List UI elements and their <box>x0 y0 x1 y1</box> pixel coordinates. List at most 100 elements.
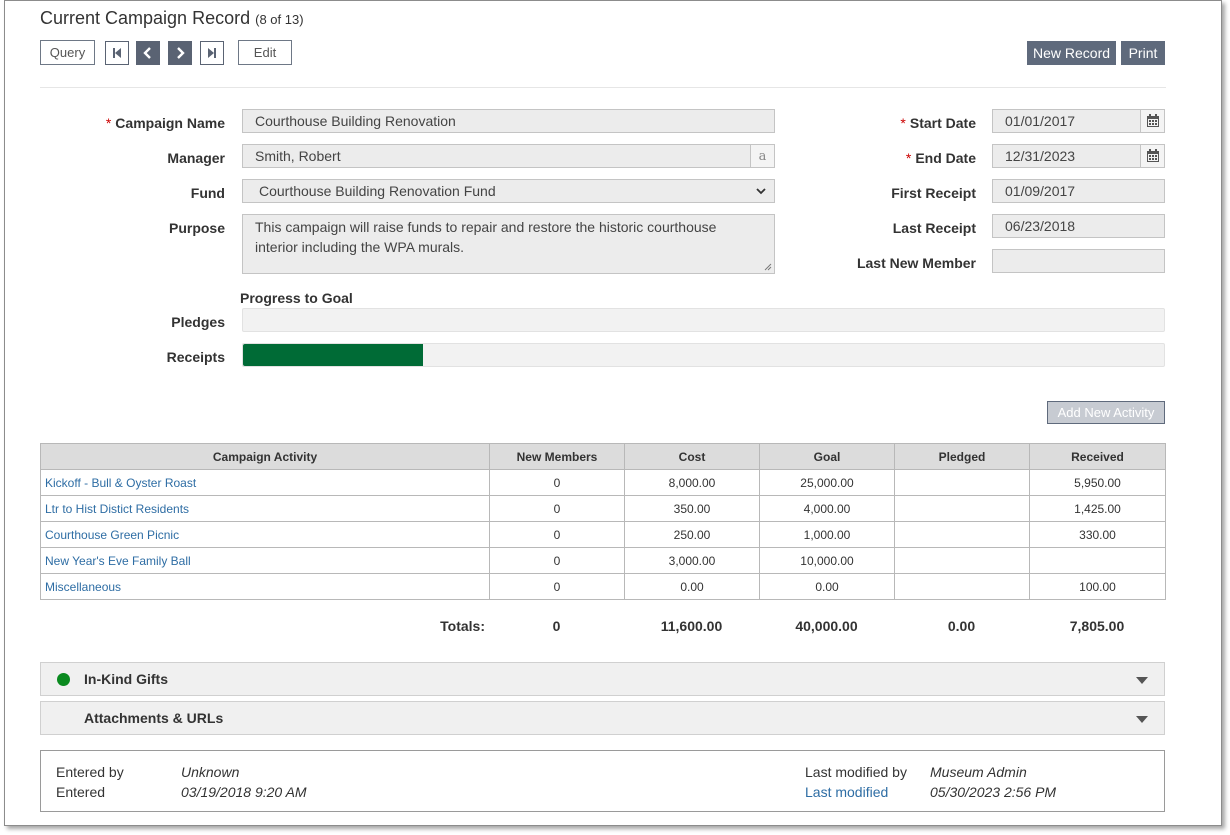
table-cell: 0.00 <box>759 573 895 600</box>
column-header[interactable]: Campaign Activity <box>40 443 490 470</box>
last-new-member-field <box>992 249 1165 273</box>
table-cell: 1,425.00 <box>1029 495 1166 522</box>
end-date-field[interactable]: 12/31/2023 <box>992 144 1165 168</box>
manager-field[interactable]: Smith, Robert a <box>242 144 775 168</box>
table-cell: 0 <box>489 573 625 600</box>
page-title-text: Current Campaign Record <box>40 8 251 28</box>
previous-record-button[interactable] <box>136 41 160 65</box>
table-cell: 1,000.00 <box>759 521 895 548</box>
table-cell: 0 <box>489 495 625 522</box>
caret-down-icon <box>1136 677 1148 684</box>
start-date-label-text: Start Date <box>909 115 976 131</box>
progress-heading: Progress to Goal <box>240 290 353 306</box>
table-cell: 100.00 <box>1029 573 1166 600</box>
table-cell: 4,000.00 <box>759 495 895 522</box>
new-record-button[interactable]: New Record <box>1027 41 1116 65</box>
purpose-textarea[interactable]: This campaign will raise funds to repair… <box>242 214 775 274</box>
table-row: Courthouse Green Picnic 0 250.00 1,000.0… <box>40 521 1166 548</box>
end-date-label: * End Date <box>906 150 976 166</box>
total-new-members: 0 <box>552 618 561 634</box>
entered-value: 03/19/2018 9:20 AM <box>181 784 307 800</box>
first-record-button[interactable] <box>105 41 129 65</box>
table-cell <box>894 495 1030 522</box>
next-record-button[interactable] <box>168 41 192 65</box>
table-cell <box>894 469 1030 496</box>
resize-handle-icon[interactable] <box>764 263 772 271</box>
add-new-activity-button[interactable]: Add New Activity <box>1047 401 1165 424</box>
end-date-label-text: End Date <box>915 150 976 166</box>
table-cell: 5,950.00 <box>1029 469 1166 496</box>
start-date-value: 01/01/2017 <box>1005 113 1076 129</box>
table-cell: 25,000.00 <box>759 469 895 496</box>
table-row: Miscellaneous 0 0.00 0.00 100.00 <box>40 573 1166 600</box>
campaign-record-window: Current Campaign Record (8 of 13) Query … <box>4 0 1222 826</box>
in-kind-gifts-section[interactable]: In-Kind Gifts <box>40 662 1165 696</box>
activity-link[interactable]: Ltr to Hist Distict Residents <box>40 495 490 522</box>
required-marker: * <box>900 115 906 131</box>
table-cell <box>894 547 1030 574</box>
last-modified-link[interactable]: Last modified <box>805 784 888 800</box>
pledges-label: Pledges <box>171 314 225 330</box>
table-row: Kickoff - Bull & Oyster Roast 0 8,000.00… <box>40 469 1166 496</box>
receipts-progress-bar <box>242 343 1165 367</box>
start-date-field[interactable]: 01/01/2017 <box>992 109 1165 133</box>
last-record-icon <box>208 48 216 58</box>
lookup-icon[interactable]: a <box>750 145 774 167</box>
total-cost: 11,600.00 <box>660 618 723 634</box>
table-cell: 8,000.00 <box>624 469 760 496</box>
activity-link[interactable]: Kickoff - Bull & Oyster Roast <box>40 469 490 496</box>
column-header[interactable]: Pledged <box>894 443 1030 470</box>
query-button[interactable]: Query <box>40 40 95 65</box>
table-cell: 0 <box>489 521 625 548</box>
table-cell: 3,000.00 <box>624 547 760 574</box>
manager-label: Manager <box>167 150 225 166</box>
table-cell <box>894 573 1030 600</box>
column-header[interactable]: Cost <box>624 443 760 470</box>
required-marker: * <box>105 115 112 131</box>
last-new-member-label: Last New Member <box>856 255 976 271</box>
header-divider <box>40 87 1166 88</box>
entered-label: Entered <box>56 784 106 800</box>
end-date-value: 12/31/2023 <box>1005 148 1076 164</box>
last-modified-by-label: Last modified by <box>805 764 907 780</box>
in-kind-gifts-title: In-Kind Gifts <box>84 671 168 687</box>
table-row: New Year's Eve Family Ball 0 3,000.00 10… <box>40 547 1166 574</box>
activity-link[interactable]: New Year's Eve Family Ball <box>40 547 490 574</box>
attachments-title: Attachments & URLs <box>84 710 224 726</box>
caret-down-icon <box>1136 716 1148 723</box>
campaign-name-label-text: Campaign Name <box>115 115 225 131</box>
table-cell: 350.00 <box>624 495 760 522</box>
manager-value: Smith, Robert <box>255 148 341 164</box>
attachments-section[interactable]: Attachments & URLs <box>40 701 1165 735</box>
campaign-activity-table: Campaign Activity New Members Cost Goal … <box>40 443 1166 600</box>
activity-link[interactable]: Courthouse Green Picnic <box>40 521 490 548</box>
last-modified-by-value: Museum Admin <box>930 764 1027 780</box>
calendar-icon[interactable] <box>1140 145 1164 167</box>
column-header[interactable]: Received <box>1029 443 1166 470</box>
receipts-progress-fill <box>243 344 423 366</box>
entered-by-label: Entered by <box>56 764 124 780</box>
campaign-name-field[interactable]: Courthouse Building Renovation <box>242 109 775 133</box>
fund-value: Courthouse Building Renovation Fund <box>259 183 496 199</box>
table-header-row: Campaign Activity New Members Cost Goal … <box>40 443 1166 470</box>
campaign-name-label: * Campaign Name <box>106 115 225 131</box>
table-cell: 0 <box>489 469 625 496</box>
totals-label: Totals: <box>440 618 485 634</box>
receipts-label: Receipts <box>166 349 225 365</box>
activity-link[interactable]: Miscellaneous <box>40 573 490 600</box>
column-header[interactable]: New Members <box>489 443 625 470</box>
last-record-button[interactable] <box>200 41 224 65</box>
table-cell: 330.00 <box>1029 521 1166 548</box>
calendar-icon[interactable] <box>1140 110 1164 132</box>
fund-select[interactable]: Courthouse Building Renovation Fund <box>242 179 775 203</box>
edit-button[interactable]: Edit <box>238 40 292 65</box>
first-receipt-label: First Receipt <box>891 185 976 201</box>
table-cell <box>894 521 1030 548</box>
table-cell: 250.00 <box>624 521 760 548</box>
table-cell: 0.00 <box>624 573 760 600</box>
total-goal: 40,000.00 <box>795 618 858 634</box>
purpose-label: Purpose <box>168 220 225 236</box>
audit-footer: Entered by Unknown Entered 03/19/2018 9:… <box>40 750 1165 812</box>
print-button[interactable]: Print <box>1121 41 1165 65</box>
column-header[interactable]: Goal <box>759 443 895 470</box>
